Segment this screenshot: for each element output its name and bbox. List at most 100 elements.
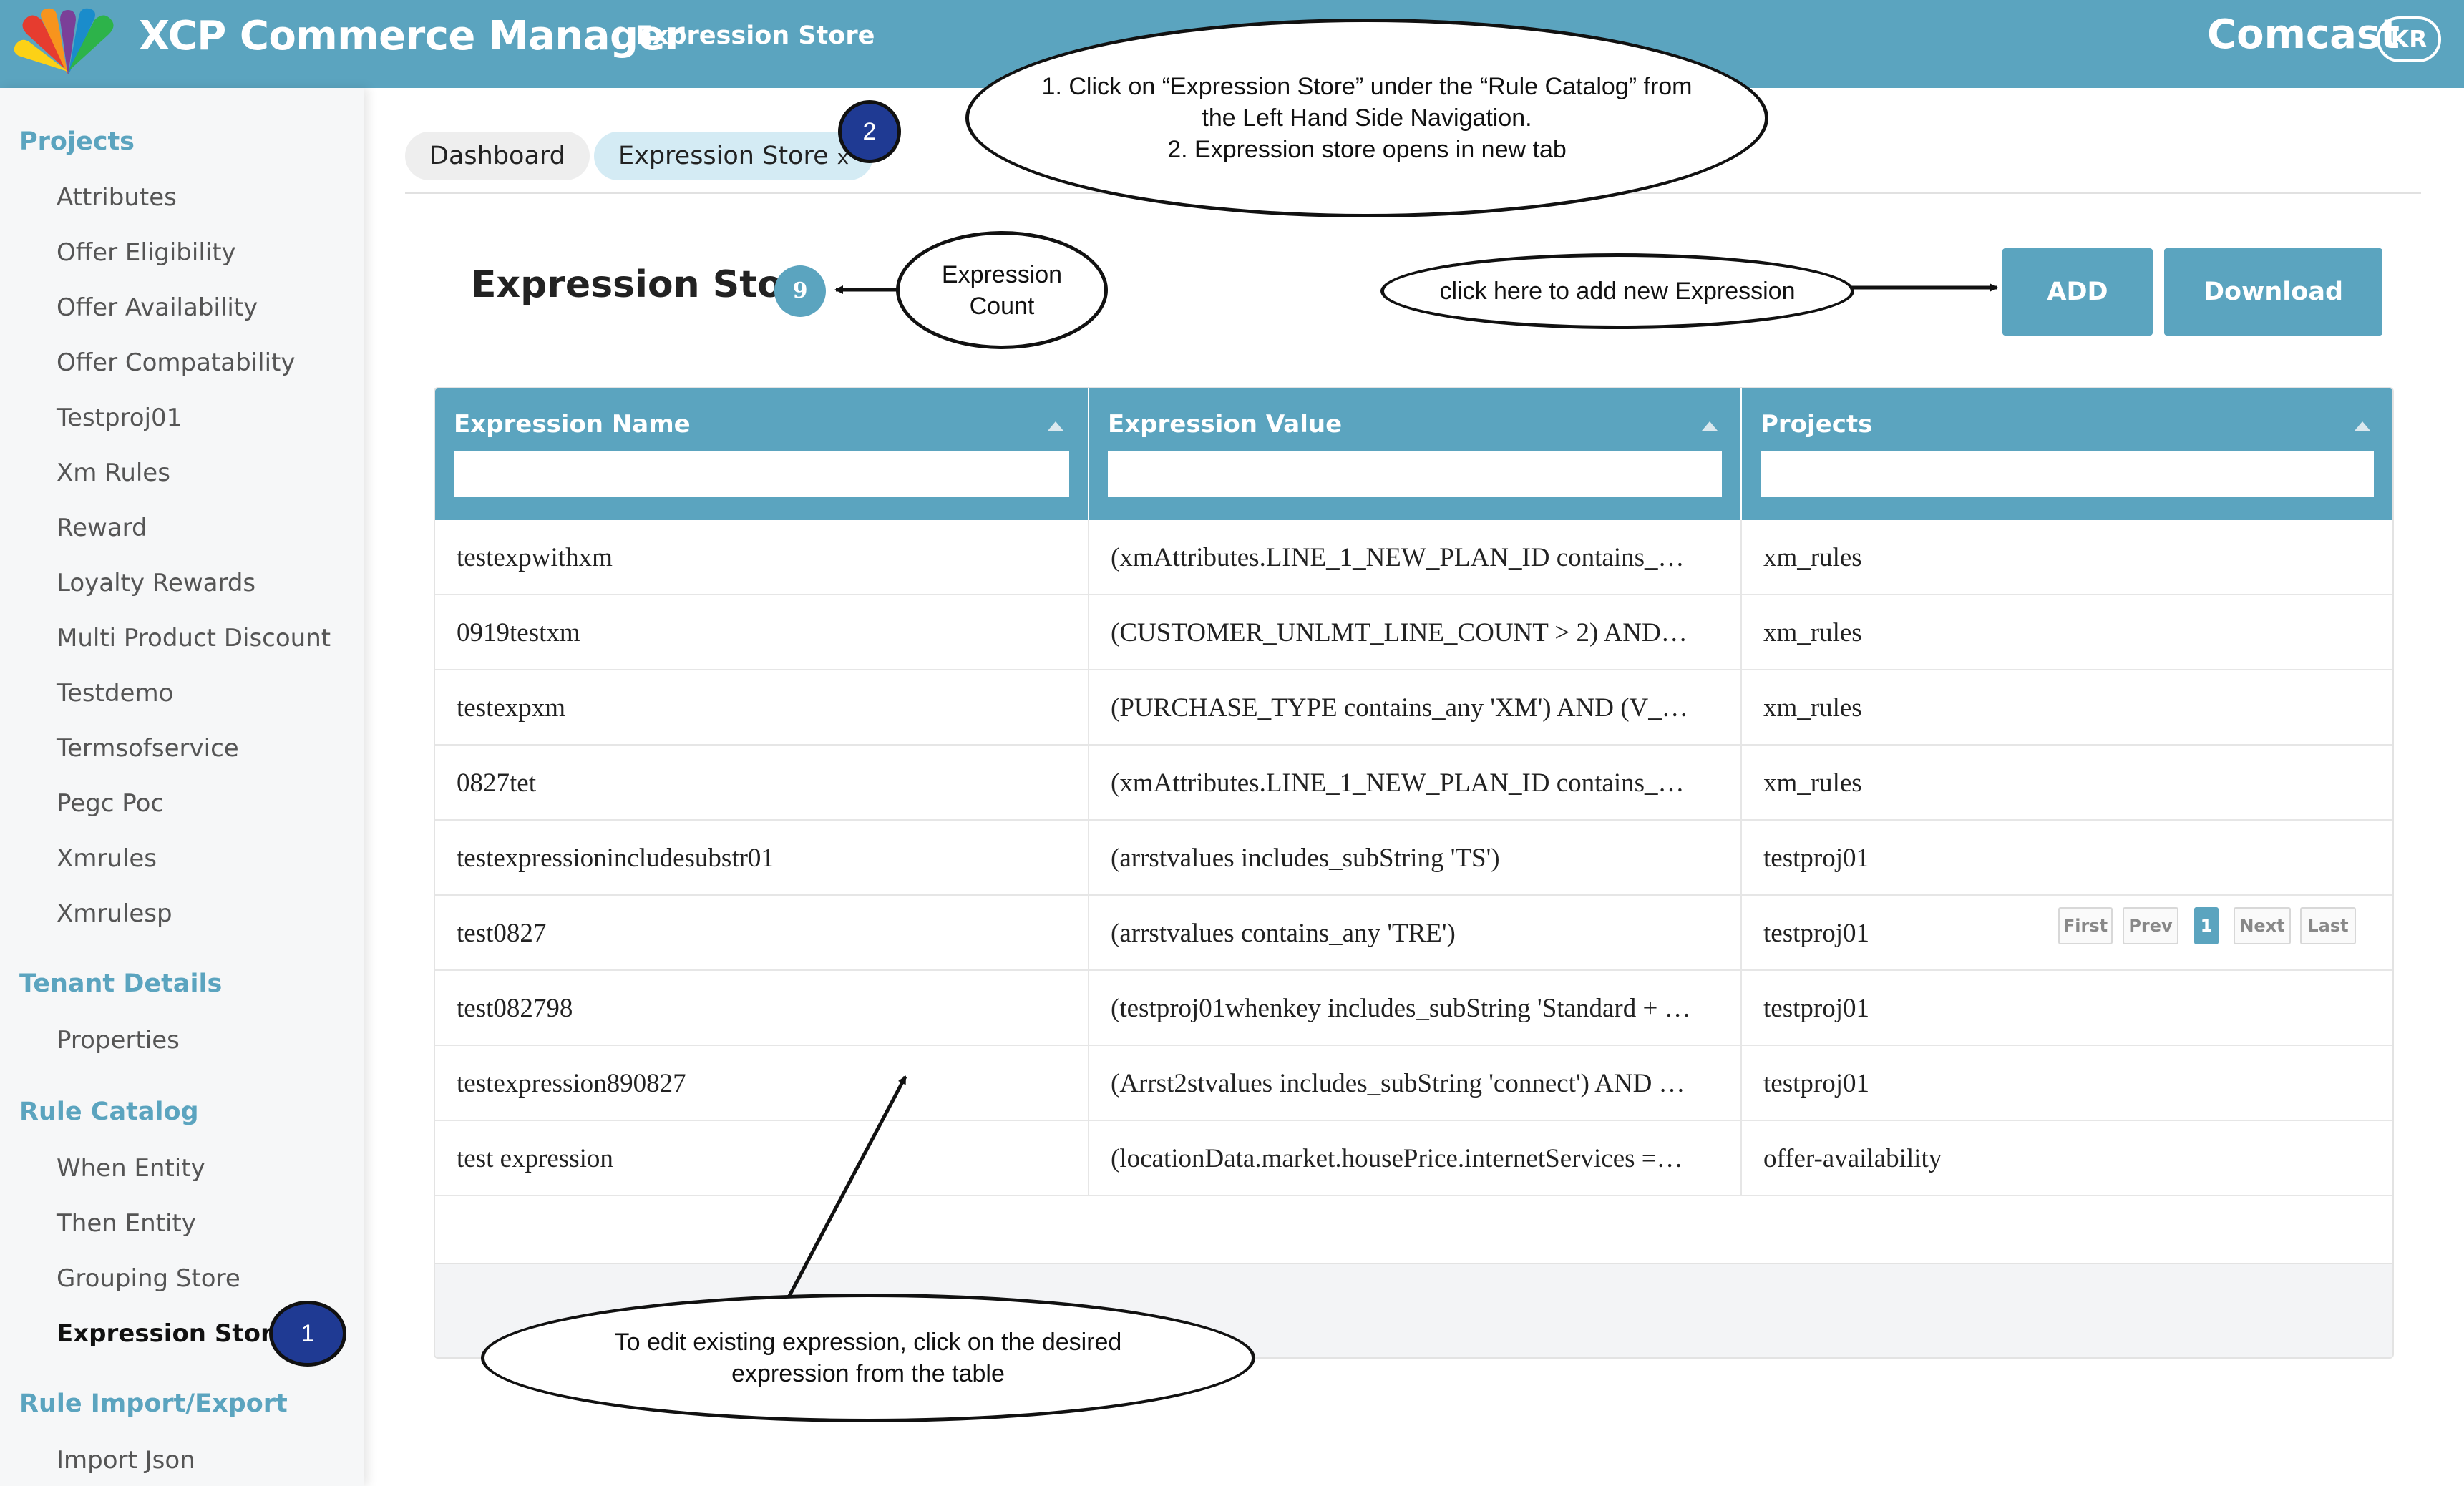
brand-name: Comcast	[2207, 11, 2400, 58]
cell-expression-name[interactable]: 0919testxm	[435, 595, 1089, 670]
sidebar-item-loyalty-rewards[interactable]: Loyalty Rewards	[57, 569, 255, 597]
active-section-label[interactable]: Expression Store	[636, 21, 875, 50]
callout-navigation-text: 1. Click on “Expression Store” under the…	[1041, 73, 1693, 163]
callout-count-text: Expression Count	[941, 260, 1063, 320]
cell-expression-name[interactable]: testexpressionincludesubstr01	[435, 821, 1089, 896]
column-header-label[interactable]: Expression Name	[454, 410, 691, 439]
peacock-logo-icon[interactable]	[13, 6, 123, 74]
sidebar-section-projects[interactable]: Projects	[19, 127, 135, 156]
sort-asc-icon[interactable]	[1702, 421, 1718, 431]
cell-expression-name[interactable]: testexpxm	[435, 670, 1089, 746]
cell-projects[interactable]: xm_rules	[1742, 670, 2392, 746]
cell-projects[interactable]: offer-availability	[1742, 1121, 2392, 1196]
column-header-label[interactable]: Expression Value	[1108, 410, 1342, 439]
cell-projects[interactable]: testproj01	[1742, 821, 2392, 896]
table-row[interactable]: 0919testxm (CUSTOMER_UNLMT_LINE_COUNT > …	[435, 595, 2392, 670]
column-header-label[interactable]: Projects	[1761, 410, 1872, 439]
cell-expression-name[interactable]: test0827	[435, 896, 1089, 971]
sidebar-item-offer-eligibility[interactable]: Offer Eligibility	[57, 238, 236, 267]
pagination-prev-button[interactable]: Prev	[2123, 907, 2178, 944]
sidebar-section-rule-catalog[interactable]: Rule Catalog	[19, 1098, 199, 1126]
tab-dashboard-label: Dashboard	[429, 142, 565, 170]
cell-expression-value[interactable]: (arrstvalues contains_any 'TRE')	[1089, 896, 1742, 971]
pagination-first-button[interactable]: First	[2058, 907, 2113, 944]
sidebar-item-xm-rules[interactable]: Xm Rules	[57, 459, 170, 487]
cell-expression-value[interactable]: (xmAttributes.LINE_1_NEW_PLAN_ID contain…	[1089, 746, 1742, 821]
table-row[interactable]: test expression (locationData.market.hou…	[435, 1121, 2392, 1196]
step-2-badge: 2	[838, 100, 901, 163]
cell-expression-value[interactable]: (arrstvalues includes_subString 'TS')	[1089, 821, 1742, 896]
cell-projects[interactable]: xm_rules	[1742, 520, 2392, 595]
callout-add-expression: click here to add new Expression	[1380, 253, 1854, 329]
cell-expression-value[interactable]: (testproj01whenkey includes_subString 'S…	[1089, 971, 1742, 1046]
cell-projects[interactable]: testproj01	[1742, 1046, 2392, 1121]
expression-table: Expression Name Expression Value Project…	[434, 387, 2394, 1359]
cell-expression-name[interactable]: test expression	[435, 1121, 1089, 1196]
cell-expression-value[interactable]: (xmAttributes.LINE_1_NEW_PLAN_ID contain…	[1089, 520, 1742, 595]
sidebar-item-offer-compatability[interactable]: Offer Compatability	[57, 348, 296, 377]
cell-expression-name[interactable]: 0827tet	[435, 746, 1089, 821]
sidebar-section-tenant-details[interactable]: Tenant Details	[19, 969, 222, 998]
callout-edit-text: To edit existing expression, click on th…	[614, 1329, 1122, 1387]
table-header: Expression Name Expression Value Project…	[435, 388, 2392, 520]
table-row[interactable]: testexpwithxm (xmAttributes.LINE_1_NEW_P…	[435, 520, 2392, 595]
sidebar-item-testproj01[interactable]: Testproj01	[57, 404, 182, 432]
sidebar-item-attributes[interactable]: Attributes	[57, 183, 177, 212]
callout-edit-expression: To edit existing expression, click on th…	[481, 1294, 1255, 1422]
sidebar-item-multi-product-discount[interactable]: Multi Product Discount	[57, 624, 331, 652]
sidebar-item-grouping-store[interactable]: Grouping Store	[57, 1264, 240, 1293]
cell-projects[interactable]: testproj01	[1742, 971, 2392, 1046]
pagination-last-button[interactable]: Last	[2300, 907, 2356, 944]
download-button[interactable]: Download	[2164, 248, 2382, 336]
user-avatar[interactable]: KR	[2377, 16, 2441, 62]
pagination-page-1[interactable]: 1	[2194, 907, 2219, 944]
tab-dashboard[interactable]: Dashboard	[405, 132, 590, 180]
tab-expression-store[interactable]: Expression Store x	[594, 132, 874, 180]
sort-asc-icon[interactable]	[1048, 421, 1063, 431]
callout-navigation: 1. Click on “Expression Store” under the…	[965, 19, 1768, 217]
cell-expression-name[interactable]: testexpression890827	[435, 1046, 1089, 1121]
cell-projects[interactable]: xm_rules	[1742, 746, 2392, 821]
pagination-next-button[interactable]: Next	[2234, 907, 2291, 944]
sidebar-item-termsofservice[interactable]: Termsofservice	[57, 734, 239, 763]
expression-name-filter-input[interactable]	[454, 451, 1069, 497]
sidebar-item-xmrulesp[interactable]: Xmrulesp	[57, 899, 172, 928]
sidebar-item-when-entity[interactable]: When Entity	[57, 1154, 205, 1183]
cell-projects[interactable]: xm_rules	[1742, 595, 2392, 670]
sidebar-item-import-json[interactable]: Import Json	[57, 1446, 195, 1475]
column-projects[interactable]: Projects	[1742, 388, 2392, 520]
table-row[interactable]: test082798 (testproj01whenkey includes_s…	[435, 971, 2392, 1046]
add-button[interactable]: ADD	[2002, 248, 2153, 336]
table-row[interactable]: 0827tet (xmAttributes.LINE_1_NEW_PLAN_ID…	[435, 746, 2392, 821]
sidebar-item-expression-store[interactable]: Expression Store	[57, 1319, 289, 1348]
tab-expression-store-label: Expression Store	[618, 142, 829, 170]
sidebar-item-xmrules[interactable]: Xmrules	[57, 844, 157, 873]
sidebar-item-reward[interactable]: Reward	[57, 514, 147, 542]
cell-expression-value[interactable]: (locationData.market.housePrice.internet…	[1089, 1121, 1742, 1196]
expression-value-filter-input[interactable]	[1108, 451, 1722, 497]
sort-asc-icon[interactable]	[2355, 421, 2370, 431]
sidebar-item-pegc-poc[interactable]: Pegc Poc	[57, 789, 164, 818]
step-1-badge: 1	[269, 1301, 346, 1367]
table-row[interactable]: testexpression890827 (Arrst2stvalues inc…	[435, 1046, 2392, 1121]
cell-expression-value[interactable]: (CUSTOMER_UNLMT_LINE_COUNT > 2) AND…	[1089, 595, 1742, 670]
sidebar-item-testdemo[interactable]: Testdemo	[57, 679, 173, 708]
table-row[interactable]: testexpressionincludesubstr01 (arrstvalu…	[435, 821, 2392, 896]
cell-expression-name[interactable]: testexpwithxm	[435, 520, 1089, 595]
sidebar-item-offer-availability[interactable]: Offer Availability	[57, 293, 258, 322]
sidebar-item-then-entity[interactable]: Then Entity	[57, 1209, 196, 1238]
column-expression-value[interactable]: Expression Value	[1089, 388, 1742, 520]
app-title[interactable]: XCP Commerce Manager	[139, 13, 685, 59]
column-expression-name[interactable]: Expression Name	[435, 388, 1089, 520]
sidebar-item-properties[interactable]: Properties	[57, 1026, 180, 1055]
cell-expression-name[interactable]: test082798	[435, 971, 1089, 1046]
cell-expression-value[interactable]: (Arrst2stvalues includes_subString 'conn…	[1089, 1046, 1742, 1121]
expression-count-badge: 9	[774, 265, 826, 317]
sidebar-section-rule-import-export[interactable]: Rule Import/Export	[19, 1389, 288, 1418]
projects-filter-input[interactable]	[1761, 451, 2374, 497]
callout-expression-count: Expression Count	[896, 231, 1108, 349]
cell-expression-value[interactable]: (PURCHASE_TYPE contains_any 'XM') AND (V…	[1089, 670, 1742, 746]
callout-add-text: click here to add new Expression	[1439, 277, 1796, 305]
page-title: Expression Store	[471, 263, 827, 306]
table-row[interactable]: testexpxm (PURCHASE_TYPE contains_any 'X…	[435, 670, 2392, 746]
